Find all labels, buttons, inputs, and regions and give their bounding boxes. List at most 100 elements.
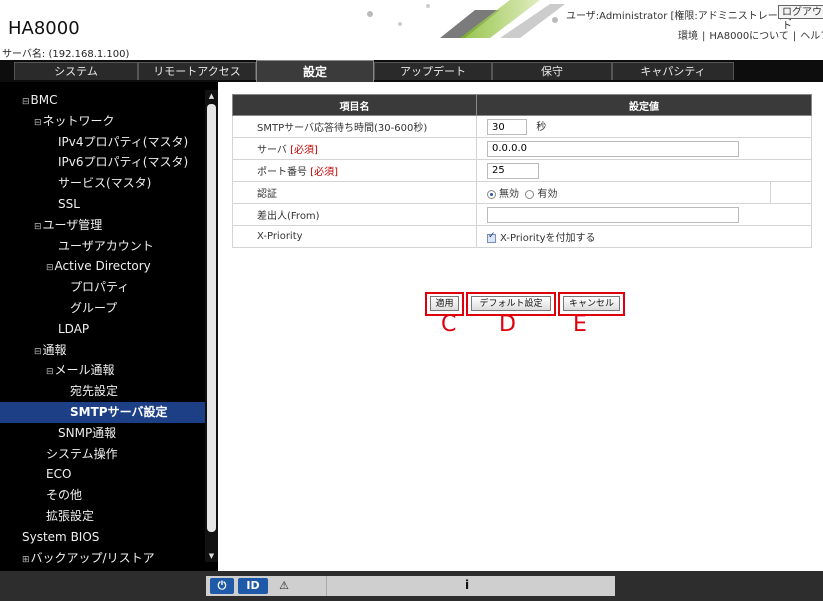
tree-item-user-accounts[interactable]: ユーザアカウント xyxy=(0,236,205,257)
table-row: ポート番号 [必須] xyxy=(232,159,812,182)
x-priority-checkbox[interactable] xyxy=(487,231,496,243)
help-link[interactable]: ヘルプ xyxy=(800,31,823,42)
port-label: ポート番号 [必須] xyxy=(232,159,477,182)
seconds-unit: 秒 xyxy=(536,122,547,133)
auth-cell: 無効 有効 xyxy=(476,181,771,204)
tree-item-ad-properties[interactable]: プロパティ xyxy=(0,277,205,298)
top-header: HA8000 サーバ名: (192.168.1.100) ユーザ:Adminis… xyxy=(0,0,823,60)
logout-button[interactable]: ログアウト xyxy=(778,5,823,32)
status-message-field: i xyxy=(326,576,615,596)
port-cell xyxy=(476,159,812,182)
from-label: 差出人(From) xyxy=(232,203,477,226)
power-icon[interactable]: ⏻ xyxy=(210,578,234,594)
tree-item-system-bios[interactable]: System BIOS xyxy=(0,527,205,548)
user-info: ユーザ:Administrator [権限:アドミニストレータ] xyxy=(566,11,792,22)
auth-off-radio[interactable] xyxy=(487,189,496,199)
server-name: サーバ名: (192.168.1.100) xyxy=(2,49,130,60)
server-cell xyxy=(476,137,812,160)
auth-on-label: 有効 xyxy=(537,189,558,200)
x-priority-checkbox-label: X-Priorityを付加する xyxy=(500,233,596,244)
scrollbar-thumb[interactable] xyxy=(207,104,216,532)
utility-links: 環境|HA8000について|ヘルプ xyxy=(678,27,823,42)
info-icon[interactable]: i xyxy=(465,578,469,592)
collapse-icon[interactable]: ⊟ xyxy=(34,222,42,232)
tree-item-destination-settings[interactable]: 宛先設定 xyxy=(0,381,205,402)
default-settings-button[interactable]: デフォルト設定 xyxy=(471,296,551,311)
tree-item-extended-settings[interactable]: 拡張設定 xyxy=(0,506,205,527)
auth-on-radio[interactable] xyxy=(525,189,535,199)
tree-item-system-operation[interactable]: システム操作 xyxy=(0,444,205,465)
table-row: X-Priority X-Priorityを付加する xyxy=(232,225,812,248)
main-content: 項目名 設定値 SMTPサーバ応答待ち時間(30-600秒) 秒 サーバ [必須… xyxy=(218,82,823,571)
about-link[interactable]: HA8000について xyxy=(709,31,789,42)
smtp-settings-table: 項目名 設定値 SMTPサーバ応答待ち時間(30-600秒) 秒 サーバ [必須… xyxy=(232,94,813,248)
tab-system[interactable]: システム xyxy=(14,62,138,80)
required-mark: [必須] xyxy=(290,145,318,156)
tab-remote-access[interactable]: リモートアクセス xyxy=(138,62,256,80)
scroll-up-arrow-icon[interactable]: ▲ xyxy=(205,90,218,102)
tree-item-services[interactable]: サービス(マスタ) xyxy=(0,173,205,194)
expand-icon[interactable]: ⊞ xyxy=(22,555,30,565)
required-mark: [必須] xyxy=(310,167,338,178)
annotation-label-c: C xyxy=(441,312,457,337)
status-bar: ⏻ ID ⚠ i xyxy=(0,571,823,601)
table-row: SMTPサーバ応答待ち時間(30-600秒) 秒 xyxy=(232,115,812,138)
auth-extra-cell xyxy=(769,181,813,204)
tree-item-eco[interactable]: ECO xyxy=(0,464,205,485)
tree-item-smtp-server-settings[interactable]: SMTPサーバ設定 xyxy=(0,401,205,423)
tree-item-snmp-notification[interactable]: SNMP通報 xyxy=(0,423,205,444)
cancel-button[interactable]: キャンセル xyxy=(563,296,620,311)
collapse-icon[interactable]: ⊟ xyxy=(34,347,42,357)
tab-maintenance[interactable]: 保守 xyxy=(492,62,612,80)
smtp-timeout-cell: 秒 xyxy=(476,115,812,138)
smtp-timeout-input[interactable] xyxy=(487,119,527,135)
navigation-tree: ⊟BMC ⊟ネットワーク IPv4プロパティ(マスタ) IPv6プロパティ(マス… xyxy=(0,90,205,568)
tab-settings[interactable]: 設定 xyxy=(256,60,374,82)
annotation-label-e: E xyxy=(573,312,587,337)
from-cell xyxy=(476,203,812,226)
header-decoration-graphic xyxy=(367,0,565,38)
id-led-icon[interactable]: ID xyxy=(238,578,268,594)
tree-item-active-directory[interactable]: ⊟Active Directory xyxy=(0,256,205,277)
product-name: HA8000 xyxy=(8,18,80,39)
collapse-icon[interactable]: ⊟ xyxy=(46,367,54,377)
environment-link[interactable]: 環境 xyxy=(678,31,698,42)
tree-item-other[interactable]: その他 xyxy=(0,485,205,506)
collapse-icon[interactable]: ⊟ xyxy=(46,263,54,273)
server-label: サーバ [必須] xyxy=(232,137,477,160)
from-input[interactable] xyxy=(487,206,739,223)
tree-item-ssl[interactable]: SSL xyxy=(0,194,205,215)
priority-label: X-Priority xyxy=(232,225,477,248)
priority-cell: X-Priorityを付加する xyxy=(476,225,812,248)
tab-capacity[interactable]: キャパシティ xyxy=(612,62,734,80)
table-row: 認証 無効 有効 xyxy=(232,181,813,204)
apply-button[interactable]: 適用 xyxy=(430,296,459,311)
scroll-down-arrow-icon[interactable]: ▼ xyxy=(205,550,218,562)
tree-item-ipv4[interactable]: IPv4プロパティ(マスタ) xyxy=(0,132,205,153)
tree-item-mail-notification[interactable]: ⊟メール通報 xyxy=(0,360,205,381)
main-tab-bar: システム リモートアクセス 設定 アップデート 保守 キャパシティ xyxy=(0,60,823,82)
tree-item-ipv6[interactable]: IPv6プロパティ(マスタ) xyxy=(0,152,205,173)
tree-item-backup-restore[interactable]: ⊞バックアップ/リストア xyxy=(0,548,205,569)
collapse-icon[interactable]: ⊟ xyxy=(22,97,30,107)
sidebar-scrollbar[interactable]: ▲ ▼ xyxy=(205,90,218,562)
tree-item-bmc[interactable]: ⊟BMC xyxy=(0,90,205,111)
auth-off-label: 無効 xyxy=(499,189,519,200)
status-icons: ⏻ ID ⚠ xyxy=(206,576,326,596)
column-header-value: 設定値 xyxy=(476,94,812,116)
auth-label: 認証 xyxy=(232,181,477,204)
tree-item-network[interactable]: ⊟ネットワーク xyxy=(0,111,205,132)
server-input[interactable] xyxy=(487,140,739,157)
tree-item-user-management[interactable]: ⊟ユーザ管理 xyxy=(0,215,205,236)
tab-update[interactable]: アップデート xyxy=(374,62,492,80)
table-row: サーバ [必須] xyxy=(232,137,812,160)
collapse-icon[interactable]: ⊟ xyxy=(34,118,42,128)
tree-item-ad-groups[interactable]: グループ xyxy=(0,298,205,319)
port-input[interactable] xyxy=(487,162,539,179)
navigation-sidebar: ⊟BMC ⊟ネットワーク IPv4プロパティ(マスタ) IPv6プロパティ(マス… xyxy=(0,82,218,571)
column-header-item: 項目名 xyxy=(232,94,477,116)
warning-icon[interactable]: ⚠ xyxy=(272,578,296,594)
tree-item-notification[interactable]: ⊟通報 xyxy=(0,340,205,361)
table-row: 差出人(From) xyxy=(232,203,812,226)
tree-item-ldap[interactable]: LDAP xyxy=(0,319,205,340)
